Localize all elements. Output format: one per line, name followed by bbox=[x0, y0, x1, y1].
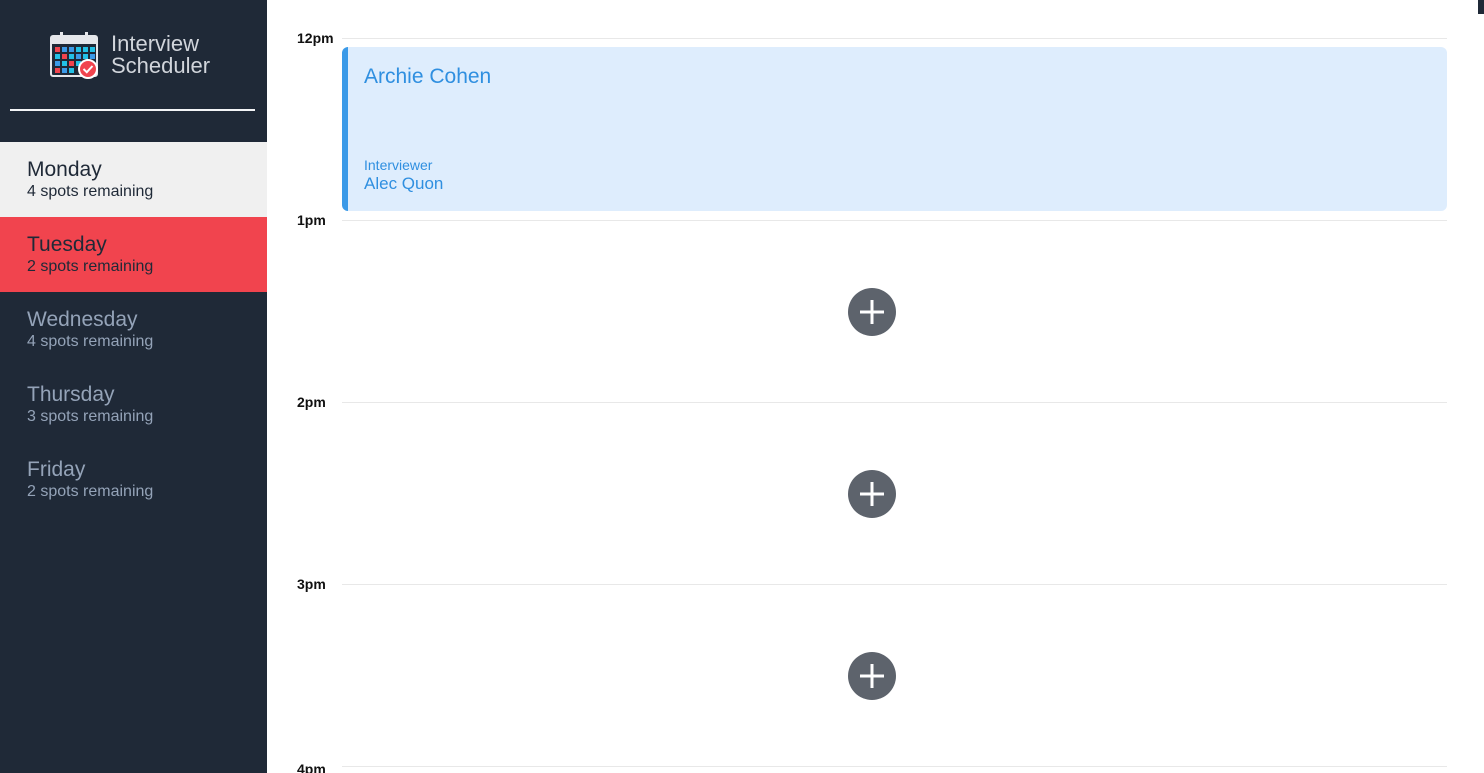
day-name: Thursday bbox=[27, 382, 115, 406]
plus-icon bbox=[860, 664, 884, 688]
calendar-icon bbox=[50, 31, 99, 80]
slot-divider bbox=[342, 38, 1447, 39]
interviewer-name: Alec Quon bbox=[364, 174, 444, 193]
slot-divider bbox=[342, 220, 1447, 221]
schedule: 12pm Archie Cohen Interviewer Alec Quon … bbox=[267, 0, 1484, 773]
plus-icon bbox=[860, 300, 884, 324]
slot-divider bbox=[342, 766, 1447, 767]
day-spots: 4 spots remaining bbox=[27, 332, 154, 350]
plus-icon bbox=[860, 482, 884, 506]
day-name: Monday bbox=[27, 157, 102, 181]
day-item-friday[interactable]: Friday 2 spots remaining bbox=[0, 442, 267, 517]
brand: Interview Scheduler bbox=[50, 30, 210, 80]
app-title-line1: Interview bbox=[111, 31, 200, 56]
student-name: Archie Cohen bbox=[364, 65, 492, 88]
sidebar: Interview Scheduler Monday 4 spots remai… bbox=[0, 0, 267, 773]
day-item-wednesday[interactable]: Wednesday 4 spots remaining bbox=[0, 292, 267, 367]
scrollbar[interactable] bbox=[1478, 0, 1484, 14]
appointment-card[interactable]: Archie Cohen Interviewer Alec Quon bbox=[342, 47, 1447, 211]
time-slot-4pm: 4pm bbox=[267, 761, 1484, 773]
app-title-line2: Scheduler bbox=[111, 53, 211, 78]
time-slot-3pm: 3pm bbox=[267, 576, 1484, 766]
day-spots: 3 spots remaining bbox=[27, 407, 154, 425]
day-list: Monday 4 spots remaining Tuesday 2 spots… bbox=[0, 142, 267, 517]
app-title: Interview Scheduler bbox=[111, 33, 210, 77]
day-item-tuesday[interactable]: Tuesday 2 spots remaining bbox=[0, 217, 267, 292]
slot-time-label: 12pm bbox=[297, 30, 334, 46]
add-appointment-button[interactable] bbox=[848, 652, 896, 700]
interviewer-label: Interviewer bbox=[364, 157, 433, 173]
slot-time-label: 2pm bbox=[297, 394, 326, 410]
slot-time-label: 1pm bbox=[297, 212, 326, 228]
slot-time-label: 4pm bbox=[297, 761, 326, 773]
day-item-thursday[interactable]: Thursday 3 spots remaining bbox=[0, 367, 267, 442]
day-item-monday[interactable]: Monday 4 spots remaining bbox=[0, 142, 267, 217]
day-spots: 2 spots remaining bbox=[27, 257, 154, 275]
app: Interview Scheduler Monday 4 spots remai… bbox=[0, 0, 1484, 773]
day-name: Tuesday bbox=[27, 232, 107, 256]
slot-divider bbox=[342, 584, 1447, 585]
slot-time-label: 3pm bbox=[297, 576, 326, 592]
add-appointment-button[interactable] bbox=[848, 288, 896, 336]
time-slot-1pm: 1pm bbox=[267, 212, 1484, 402]
day-spots: 4 spots remaining bbox=[27, 182, 154, 200]
day-spots: 2 spots remaining bbox=[27, 482, 154, 500]
sidebar-divider bbox=[10, 109, 255, 111]
add-appointment-button[interactable] bbox=[848, 470, 896, 518]
day-name: Wednesday bbox=[27, 307, 138, 331]
time-slot-12pm: 12pm Archie Cohen Interviewer Alec Quon bbox=[267, 30, 1484, 220]
day-name: Friday bbox=[27, 457, 86, 481]
time-slot-2pm: 2pm bbox=[267, 394, 1484, 584]
slot-divider bbox=[342, 402, 1447, 403]
